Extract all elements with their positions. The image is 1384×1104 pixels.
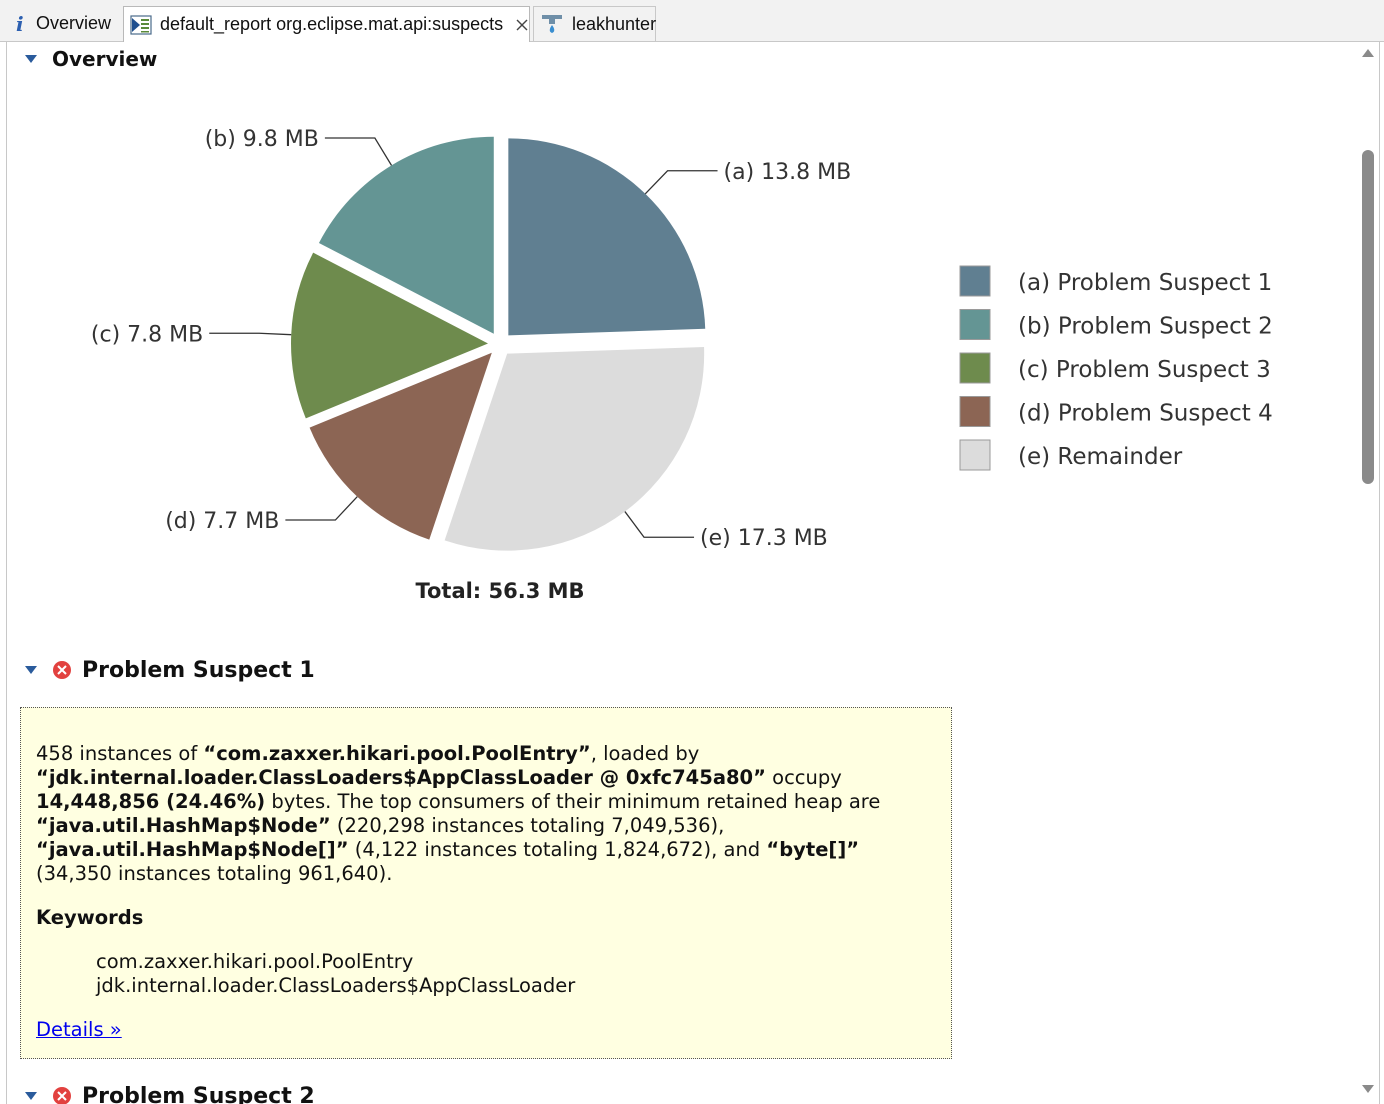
keywords-heading: Keywords (36, 906, 144, 929)
legend-swatch (959, 396, 991, 427)
pie-legend: (a) Problem Suspect 1 (b) Problem Suspect… (959, 265, 1273, 471)
keywords-list: com.zaxxer.hikari.pool.PoolEntry jdk.int… (36, 950, 936, 998)
pie-slices (291, 136, 706, 551)
tab-overview-label: Overview (36, 13, 112, 33)
suspect2-title: Problem Suspect 2 (82, 1083, 315, 1104)
legend-label: (c) Problem Suspect 3 (1018, 357, 1271, 383)
desc-text: 458 instances of (36, 742, 204, 765)
tab-leakhunter-label: leakhunter (572, 13, 657, 34)
tab-default-report[interactable]: default_report org.eclipse.mat.api:suspe… (123, 6, 530, 42)
pie-slice-label: (a) 13.8 MB (724, 160, 852, 185)
legend-swatch (959, 439, 991, 471)
desc-bytes: 14,448,856 (24.46%) (36, 790, 266, 813)
suspect2-section-header[interactable]: Problem Suspect 2 (24, 1082, 315, 1104)
error-icon (52, 1086, 72, 1104)
desc-text: (34,350 instances totaling 961,640). (36, 862, 393, 885)
tab-overview[interactable]: i Overview (8, 6, 122, 41)
chevron-down-icon[interactable] (24, 1091, 38, 1101)
chevron-down-icon[interactable] (24, 665, 38, 675)
suspect1-description-box: 458 instances of “com.zaxxer.hikari.pool… (20, 707, 952, 1059)
pie-slice-a (508, 138, 706, 336)
suspect1-section-header[interactable]: Problem Suspect 1 (24, 656, 315, 684)
desc-text: bytes. The top consumers of their minimu… (265, 790, 881, 813)
suspect1-description: 458 instances of “com.zaxxer.hikari.pool… (36, 742, 936, 886)
info-icon: i (16, 11, 24, 36)
scrollbar-thumb[interactable] (1362, 150, 1374, 484)
report-window: i Overview default_report org.eclipse.ma… (0, 0, 1384, 1104)
editor-tab-bar: i Overview default_report org.eclipse.ma… (0, 0, 1384, 42)
pie-total-label: Total: 56.3 MB (415, 579, 584, 603)
pie-leader-line (324, 137, 393, 166)
scroll-down-icon[interactable] (1360, 1082, 1376, 1096)
suspect1-title: Problem Suspect 1 (82, 657, 315, 683)
tab-report-label: default_report org.eclipse.mat.api:suspe… (160, 14, 504, 34)
desc-consumer-2: “java.util.HashMap$Node[]” (36, 838, 349, 861)
tab-leakhunter[interactable]: leakhunter (533, 6, 656, 41)
legend-label: (d) Problem Suspect 4 (1018, 401, 1273, 427)
legend-label: (e) Remainder (1018, 444, 1183, 470)
pie-slice-label: (c) 7.8 MB (91, 322, 203, 347)
desc-classloader: “jdk.internal.loader.ClassLoaders$AppCla… (36, 766, 766, 789)
keyword-item: jdk.internal.loader.ClassLoaders$AppClas… (96, 974, 576, 997)
legend-label: (b) Problem Suspect 2 (1018, 314, 1273, 340)
desc-text: , loaded by (590, 742, 700, 765)
error-icon (52, 660, 72, 680)
desc-class-name: “com.zaxxer.hikari.pool.PoolEntry” (203, 742, 591, 765)
legend-swatch (959, 309, 991, 340)
keyword-item: com.zaxxer.hikari.pool.PoolEntry (96, 950, 414, 973)
scroll-up-icon[interactable] (1360, 46, 1376, 60)
legend-label: (a) Problem Suspect 1 (1018, 270, 1272, 296)
pie-leader-line (624, 511, 695, 538)
desc-text: (4,122 instances totaling 1,824,672), an… (348, 838, 767, 861)
details-link[interactable]: Details » (36, 1018, 122, 1042)
desc-text: (220,298 instances totaling 7,049,536), (330, 814, 725, 837)
pie-slice-e (444, 347, 705, 551)
legend-swatch (959, 265, 991, 297)
pie-slice-label: (b) 9.8 MB (205, 127, 319, 152)
desc-consumer-3: “byte[]” (766, 838, 860, 861)
pie-leader-line (644, 170, 718, 195)
pie-leader-line (285, 496, 358, 521)
vertical-scrollbar[interactable] (1357, 42, 1379, 1104)
report-icon (130, 14, 152, 36)
desc-text: occupy (765, 766, 842, 789)
legend-swatch (959, 352, 991, 384)
pie-leader-line (209, 332, 292, 336)
pie-slice-label: (e) 17.3 MB (700, 526, 828, 551)
close-icon[interactable] (515, 18, 529, 32)
leakhunter-icon (540, 12, 564, 36)
pie-slice-label: (d) 7.7 MB (165, 509, 279, 534)
desc-consumer-1: “java.util.HashMap$Node” (36, 814, 331, 837)
suspects-pie-chart: (a) 13.8 MB (b) 9.8 MB (c) 7.8 MB (d) 7.7 M… (91, 127, 1273, 603)
